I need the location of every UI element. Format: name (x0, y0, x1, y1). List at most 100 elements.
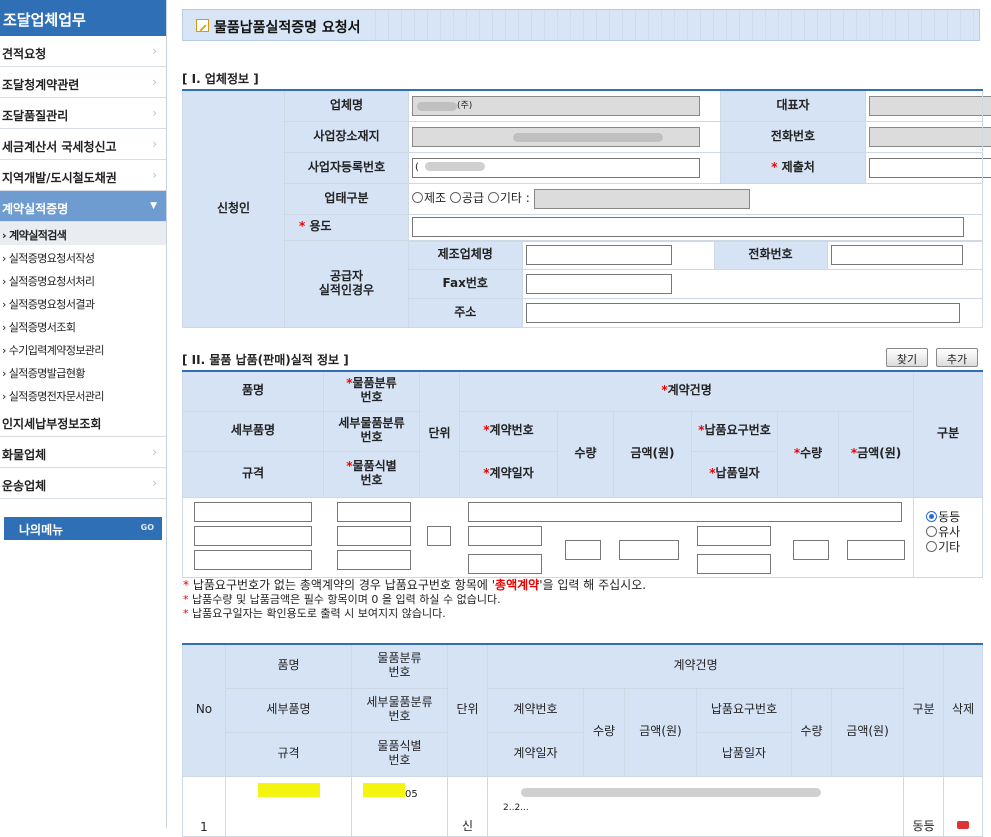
biz-no-value: ( (415, 161, 419, 173)
class-input[interactable] (336, 501, 411, 522)
purpose-field[interactable] (412, 217, 964, 237)
sidebar-subitem-issue-status[interactable]: › 실적증명발급현황 (0, 360, 166, 383)
sidebar-item-transport[interactable]: 운송업체 › (0, 468, 166, 499)
ident-input[interactable] (336, 549, 411, 570)
h-type: 구분 (913, 370, 984, 498)
radio-equal[interactable]: 동등 (926, 510, 982, 525)
maker-phone-field[interactable] (830, 245, 963, 265)
chevron-right-icon: › (152, 106, 157, 120)
sidebar-item-tax-invoice[interactable]: 세금계산서 국세청신고 › (0, 129, 166, 160)
col-item: 품명 (225, 643, 352, 689)
req-date-input[interactable] (696, 553, 771, 574)
ceo-field[interactable] (869, 95, 991, 116)
note-3: * 납품요구일자는 확인용도로 출력 시 보여지지 않습니다. (183, 607, 446, 620)
col-unit: 단위 (447, 643, 488, 777)
contract-name-input[interactable] (467, 501, 902, 522)
my-menu-bar[interactable]: 나의메뉴 GO (4, 517, 162, 540)
company-name-field[interactable]: (주) (412, 95, 700, 116)
delete-icon[interactable] (957, 820, 970, 829)
h-detail-class: 세부물품분류 번호 (323, 410, 420, 452)
sidebar-subitem-cert-view[interactable]: › 실적증명서조회 (0, 314, 166, 337)
radio-other[interactable]: 기타 : (487, 191, 530, 205)
sidebar-item-performance-cert[interactable]: 계약실적증명 ▼ (0, 191, 166, 222)
chevron-right-icon: › (152, 44, 157, 58)
sidebar-subitem-search[interactable]: › 계약실적검색 (0, 222, 166, 245)
biz-type-other-field[interactable] (533, 188, 750, 209)
col-spec: 규격 (225, 731, 352, 777)
sidebar-item-bond[interactable]: 지역개발/도시철도채권 › (0, 160, 166, 191)
h-unit: 단위 (419, 370, 460, 498)
biz-type-label: 업태구분 (284, 182, 409, 215)
contract-no-input[interactable] (467, 525, 542, 546)
item-highlight (257, 782, 320, 797)
ceo-label: 대표자 (720, 89, 866, 122)
radio-etc[interactable]: 기타 (926, 540, 982, 555)
h-qty2: *수량 (777, 410, 839, 498)
detail-class-input[interactable] (336, 525, 411, 546)
table-row[interactable]: 1 05 신 2..2... 동등 (182, 775, 984, 837)
col-amount: 금액(원) (624, 687, 697, 777)
find-button[interactable]: 찾기 (886, 348, 928, 367)
qty-input[interactable] (564, 539, 601, 560)
h-req-date: *납품일자 (691, 450, 778, 498)
h-detail: 세부품명 (182, 410, 324, 452)
supplier-subtable: 제조업체명 전화번호 Fax번호 주소 (409, 240, 982, 327)
h-req-no: *납품요구번호 (691, 410, 778, 452)
sidebar-item-quality[interactable]: 조달품질관리 › (0, 98, 166, 129)
radio-icon (449, 192, 461, 203)
sidebar-subitem-request-write[interactable]: › 실적증명요청서작성 (0, 245, 166, 268)
spec-input[interactable] (194, 549, 312, 570)
phone-field[interactable] (869, 126, 991, 147)
edit-icon (196, 19, 209, 32)
sidebar-item-stamp-tax[interactable]: 인지세납부정보조회 (0, 406, 166, 437)
sidebar-subitem-request-process[interactable]: › 실적증명요청서처리 (0, 268, 166, 291)
submit-to-label: * 제출처 (720, 151, 866, 184)
addr2-field[interactable] (525, 302, 960, 323)
row-unit: 신 (447, 775, 488, 837)
sidebar-item-freight[interactable]: 화물업체 › (0, 437, 166, 468)
add-button[interactable]: 추가 (936, 348, 978, 367)
h-ident: *물품식별 번호 (323, 450, 420, 498)
amount2-input[interactable] (846, 539, 905, 560)
my-menu-label: 나의메뉴 (19, 523, 64, 537)
col-no: No (182, 643, 226, 777)
sidebar-subitem-e-document[interactable]: › 실적증명전자문서관리 (0, 383, 166, 406)
sidebar-item-quote-request[interactable]: 견적요청 › (0, 36, 166, 67)
radio-manufacture[interactable]: 제조 (412, 191, 446, 205)
company-name-redacted (417, 101, 457, 111)
fax-field[interactable] (525, 273, 672, 294)
supplier-label: 공급자 실적인경우 (284, 239, 409, 328)
address-field[interactable] (412, 126, 700, 147)
qty2-input[interactable] (792, 539, 829, 560)
go-icon[interactable]: GO (141, 523, 154, 532)
radio-supply[interactable]: 공급 (449, 191, 484, 205)
sidebar-subitem-request-result[interactable]: › 실적증명요청서결과 (0, 291, 166, 314)
fax-label: Fax번호 (409, 268, 523, 299)
maker-phone-label: 전화번호 (713, 240, 828, 270)
row-class: 05 (351, 775, 448, 837)
sidebar: 조달업체업무 견적요청 › 조달청계약관련 › 조달품질관리 › 세금계산서 국세청신… (0, 0, 167, 828)
unit-input[interactable] (426, 525, 451, 546)
note-2: * 납품수량 및 납품금액은 필수 항목이며 0 을 입력 하실 수 없습니다. (183, 592, 501, 606)
col-req-no: 납품요구번호 (696, 687, 792, 733)
req-no-input[interactable] (696, 525, 771, 546)
contract-name-redacted (521, 787, 821, 797)
detail-input[interactable] (194, 525, 312, 546)
radio-similar[interactable]: 유사 (926, 525, 982, 540)
row-contract: 2..2... (486, 775, 905, 837)
amount-input[interactable] (618, 539, 679, 560)
contract-date-input[interactable] (467, 553, 542, 574)
sidebar-item-label: 지역개발/도시철도채권 (2, 171, 117, 185)
biz-no-field[interactable]: ( (412, 157, 700, 178)
sidebar-subitem-manual-contract[interactable]: › 수기입력계약정보관리 (0, 337, 166, 360)
section-company-title: [ I. 업체정보 ] (182, 72, 259, 86)
chevron-right-icon: › (152, 137, 157, 151)
item-input[interactable] (194, 501, 312, 522)
maker-field[interactable] (525, 245, 672, 265)
class-highlight (363, 782, 405, 797)
row-type: 동등 (903, 775, 945, 837)
chevron-right-icon: › (152, 168, 157, 182)
submit-to-field[interactable] (869, 157, 991, 178)
sidebar-item-contract[interactable]: 조달청계약관련 › (0, 67, 166, 98)
company-name-value: (주) (457, 100, 473, 111)
